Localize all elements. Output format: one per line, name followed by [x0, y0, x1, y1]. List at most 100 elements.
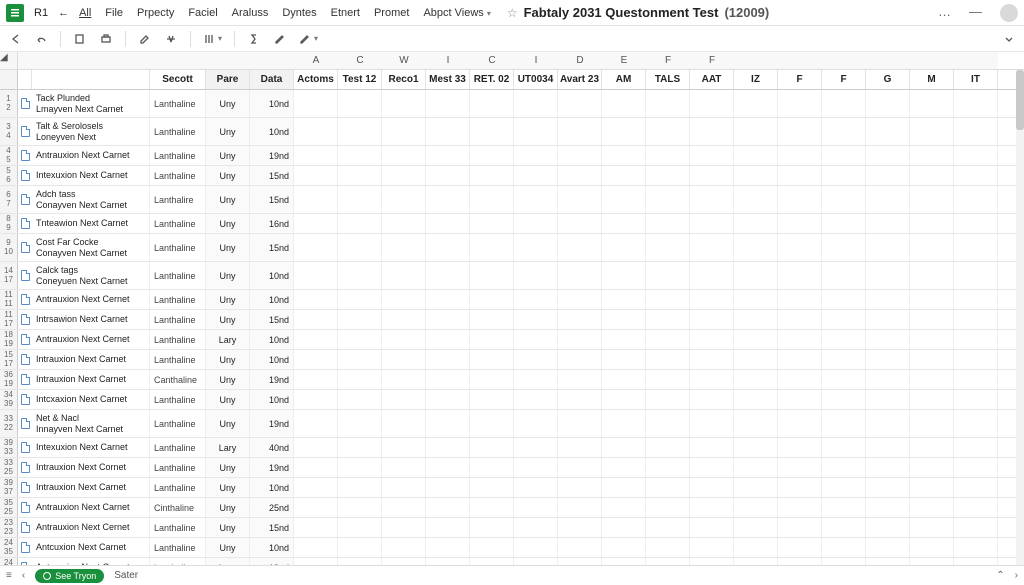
- cell-empty[interactable]: [558, 90, 602, 117]
- header-data[interactable]: Data: [250, 70, 294, 89]
- cell-empty[interactable]: [954, 90, 998, 117]
- cell-empty[interactable]: [954, 478, 998, 497]
- row-doc-icon[interactable]: [18, 478, 32, 497]
- row-number[interactable]: 56: [0, 166, 18, 185]
- cell-empty[interactable]: [822, 186, 866, 213]
- cell-name[interactable]: Antrauxion Next Carnet: [32, 146, 150, 165]
- cell-empty[interactable]: [910, 518, 954, 537]
- cell-empty[interactable]: [778, 90, 822, 117]
- cell-empty[interactable]: [426, 166, 470, 185]
- table-row[interactable]: 45Antrauxion Next CarnetLanthalineUny19n…: [0, 146, 1024, 166]
- cell-empty[interactable]: [382, 214, 426, 233]
- cell-name[interactable]: Adch tassConayven Next Carnet: [32, 186, 150, 213]
- cell-empty[interactable]: [470, 538, 514, 557]
- cell-empty[interactable]: [382, 350, 426, 369]
- cell-empty[interactable]: [382, 410, 426, 437]
- cell-empty[interactable]: [426, 310, 470, 329]
- sheetbar-up-icon[interactable]: ⌃: [996, 570, 1004, 581]
- cell-empty[interactable]: [470, 498, 514, 517]
- cell-empty[interactable]: [294, 498, 338, 517]
- cell-empty[interactable]: [910, 310, 954, 329]
- cell-empty[interactable]: [558, 234, 602, 261]
- cell-empty[interactable]: [382, 438, 426, 457]
- cell-empty[interactable]: [866, 558, 910, 565]
- cell-empty[interactable]: [778, 390, 822, 409]
- cell-empty[interactable]: [822, 478, 866, 497]
- cell-empty[interactable]: [602, 518, 646, 537]
- cell-empty[interactable]: [734, 538, 778, 557]
- cell-empty[interactable]: [558, 518, 602, 537]
- cell-empty[interactable]: [470, 390, 514, 409]
- table-row[interactable]: 12Tack PlundedLmayven Next CarnetLanthal…: [0, 90, 1024, 118]
- cell-empty[interactable]: [382, 146, 426, 165]
- cell-empty[interactable]: [558, 146, 602, 165]
- sheetbar-menu-icon[interactable]: ≡: [6, 570, 12, 581]
- row-number[interactable]: 3937: [0, 478, 18, 497]
- cell-empty[interactable]: [690, 118, 734, 145]
- cell-empty[interactable]: [822, 410, 866, 437]
- cell-empty[interactable]: [822, 290, 866, 309]
- cell-empty[interactable]: [470, 558, 514, 565]
- menu-property[interactable]: Prpecty: [137, 7, 174, 19]
- cell-empty[interactable]: [382, 310, 426, 329]
- cell-empty[interactable]: [426, 214, 470, 233]
- row-doc-icon[interactable]: [18, 290, 32, 309]
- cell-pare[interactable]: Uny: [206, 478, 250, 497]
- cell-empty[interactable]: [646, 234, 690, 261]
- cell-secott[interactable]: Lanthalire: [150, 186, 206, 213]
- cell-empty[interactable]: [426, 186, 470, 213]
- row-doc-icon[interactable]: [18, 350, 32, 369]
- cell-empty[interactable]: [382, 370, 426, 389]
- cell-empty[interactable]: [954, 262, 998, 289]
- cell-empty[interactable]: [294, 370, 338, 389]
- cell-empty[interactable]: [646, 390, 690, 409]
- cell-name[interactable]: Antrauxion Next Carnet: [32, 498, 150, 517]
- data-grid[interactable]: 12Tack PlundedLmayven Next CarnetLanthal…: [0, 90, 1024, 565]
- cell-empty[interactable]: [954, 290, 998, 309]
- cell-empty[interactable]: [690, 166, 734, 185]
- cell-empty[interactable]: [602, 370, 646, 389]
- cell-name[interactable]: Antrauxion Next Carnet: [32, 558, 150, 565]
- cell-empty[interactable]: [426, 146, 470, 165]
- cell-pare[interactable]: Uny: [206, 262, 250, 289]
- table-row[interactable]: 67 Adch tassConayven Next CarnetLanthalir…: [0, 186, 1024, 214]
- header-col[interactable]: AM: [602, 70, 646, 89]
- row-doc-icon[interactable]: [18, 370, 32, 389]
- cell-secott[interactable]: Lanthaline: [150, 118, 206, 145]
- avatar[interactable]: [1000, 4, 1018, 22]
- cell-empty[interactable]: [382, 390, 426, 409]
- cell-empty[interactable]: [954, 186, 998, 213]
- cell-empty[interactable]: [470, 166, 514, 185]
- cell-empty[interactable]: [646, 290, 690, 309]
- cell-empty[interactable]: [690, 410, 734, 437]
- cell-empty[interactable]: [910, 262, 954, 289]
- cell-secott[interactable]: Cinthaline: [150, 498, 206, 517]
- cell-empty[interactable]: [734, 410, 778, 437]
- row-number[interactable]: 67: [0, 186, 18, 213]
- cell-empty[interactable]: [866, 538, 910, 557]
- cell-empty[interactable]: [602, 478, 646, 497]
- cell-name[interactable]: Tack PlundedLmayven Next Carnet: [32, 90, 150, 117]
- menu-insert[interactable]: Etnert: [331, 7, 360, 19]
- row-doc-icon[interactable]: [18, 498, 32, 517]
- cell-pare[interactable]: Uny: [206, 146, 250, 165]
- cell-empty[interactable]: [470, 146, 514, 165]
- cell-empty[interactable]: [558, 458, 602, 477]
- star-icon[interactable]: ☆: [507, 6, 518, 20]
- minimize-icon[interactable]: —: [969, 4, 982, 22]
- cell-empty[interactable]: [294, 518, 338, 537]
- cell-secott[interactable]: Lanthaline: [150, 310, 206, 329]
- cell-empty[interactable]: [426, 90, 470, 117]
- cell-empty[interactable]: [514, 234, 558, 261]
- cell-empty[interactable]: [910, 90, 954, 117]
- cell-empty[interactable]: [426, 118, 470, 145]
- header-name[interactable]: [32, 70, 150, 89]
- cell-empty[interactable]: [690, 146, 734, 165]
- cell-empty[interactable]: [602, 458, 646, 477]
- cell-empty[interactable]: [338, 478, 382, 497]
- table-row[interactable]: 3322Net & NaclInnayven Next CarnetLantha…: [0, 410, 1024, 438]
- row-doc-icon[interactable]: [18, 118, 32, 145]
- cell-empty[interactable]: [602, 234, 646, 261]
- table-row[interactable]: 3525Antrauxion Next CarnetCinthalineUny2…: [0, 498, 1024, 518]
- col-letter[interactable]: [150, 52, 206, 69]
